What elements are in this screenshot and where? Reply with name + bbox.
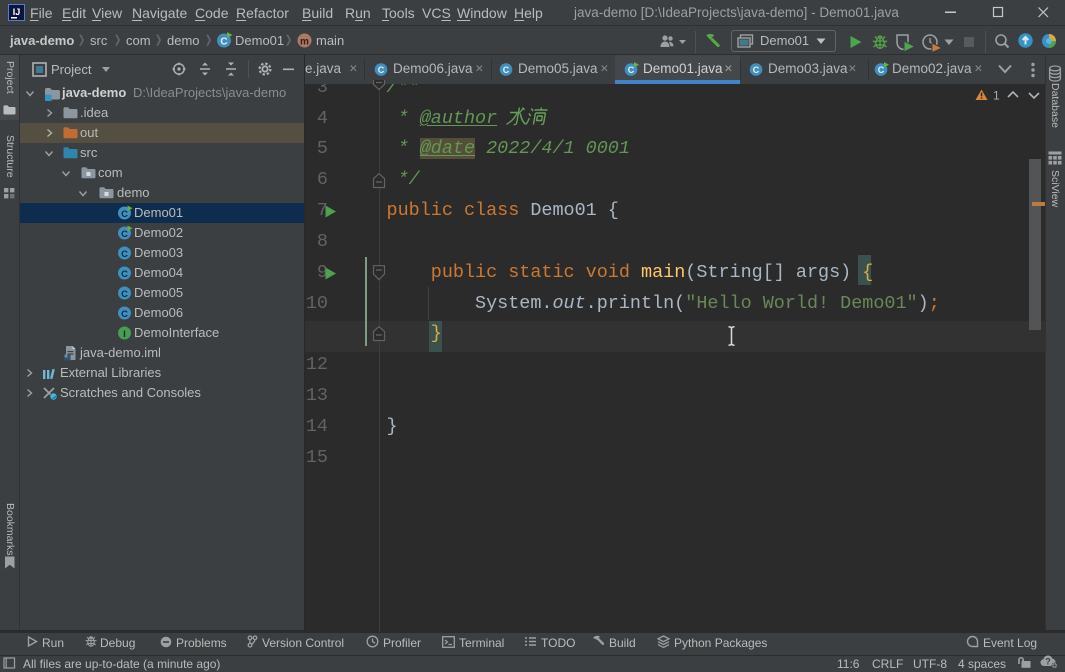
svg-text:C: C: [121, 269, 128, 280]
svg-text:m: m: [300, 37, 309, 48]
svg-text:C: C: [378, 65, 385, 75]
svg-text:C: C: [503, 65, 510, 75]
svg-text:I: I: [123, 329, 126, 340]
svg-text:IJ: IJ: [13, 7, 21, 17]
svg-text:C: C: [753, 65, 760, 75]
svg-text:C: C: [121, 209, 128, 220]
svg-text:C: C: [220, 37, 227, 48]
svg-text:C: C: [121, 309, 128, 320]
svg-text:C: C: [878, 65, 885, 75]
svg-text:C: C: [628, 65, 635, 75]
svg-text:1: 1: [993, 89, 1000, 103]
svg-text:C: C: [121, 289, 128, 300]
svg-text:C: C: [121, 249, 128, 260]
svg-text:C: C: [121, 229, 128, 240]
svg-text:?: ?: [1045, 657, 1051, 667]
